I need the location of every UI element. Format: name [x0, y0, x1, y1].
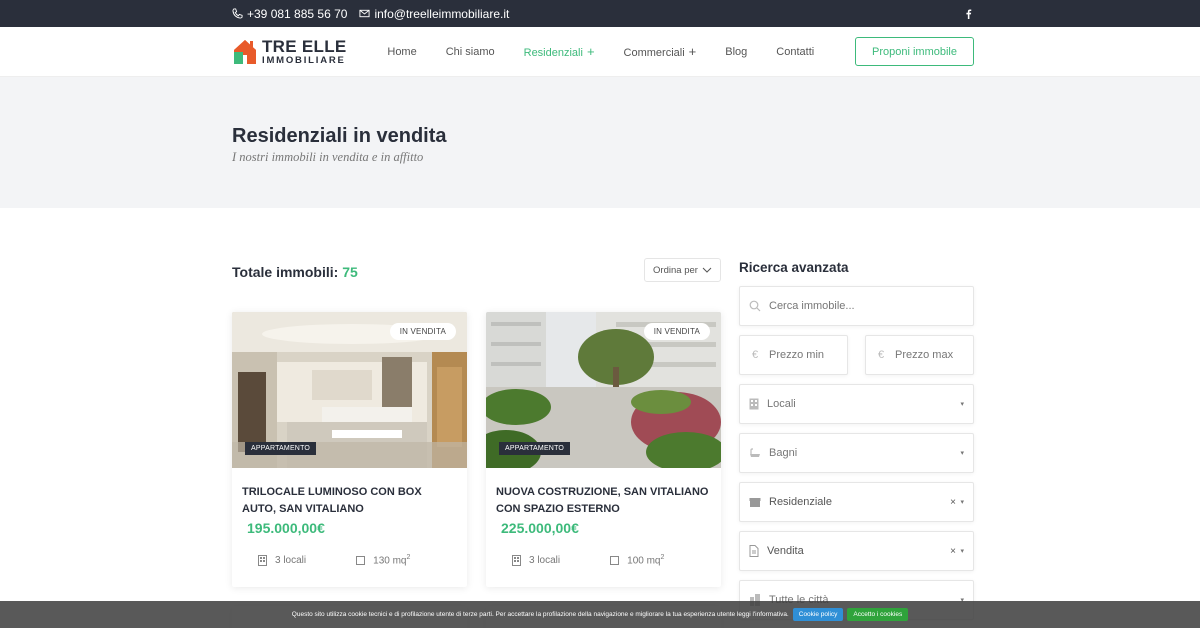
nav-blog[interactable]: Blog: [725, 46, 747, 58]
facebook-icon[interactable]: [963, 8, 974, 19]
total-label: Totale immobili:: [232, 264, 339, 280]
type-badge: APPARTAMENTO: [499, 442, 571, 455]
property-price: 225.000,00€: [501, 520, 579, 536]
area-feature: 130 mq2: [356, 554, 410, 566]
category-value: Residenziale: [769, 496, 832, 508]
contract-select[interactable]: Vendita × ▾: [739, 531, 974, 571]
nav-commerciali-label: Commerciali: [623, 47, 685, 59]
property-features: 3 locali 100 mq2: [486, 536, 721, 566]
locali-label: Locali: [767, 398, 796, 410]
store-icon: [749, 497, 761, 507]
locali-select[interactable]: Locali ▾: [739, 384, 974, 424]
page-header: Residenziali in vendita I nostri immobil…: [0, 77, 1200, 208]
property-card[interactable]: IN VENDITA APPARTAMENTO NUOVA COSTRUZION…: [486, 312, 721, 587]
phone-link[interactable]: +39 081 885 56 70: [232, 7, 347, 21]
property-price: 195.000,00€: [247, 520, 325, 536]
status-badge: IN VENDITA: [643, 323, 710, 340]
price-min-input[interactable]: € Prezzo min: [739, 335, 848, 375]
email-link[interactable]: info@treelleimmobiliare.it: [359, 7, 509, 21]
sort-label: Ordina per: [653, 264, 698, 276]
price-max-placeholder: Prezzo max: [895, 349, 954, 361]
page-title: Residenziali in vendita: [232, 125, 447, 147]
logo-line-1: TRE ELLE: [262, 36, 347, 56]
category-select[interactable]: Residenziale × ▾: [739, 482, 974, 522]
caret-down-icon: ▾: [960, 548, 964, 555]
expand-icon: +: [688, 44, 697, 59]
cookie-text: Questo sito utilizza cookie tecnici e di…: [291, 611, 789, 618]
area-text: 130 mq: [373, 555, 407, 567]
property-card[interactable]: IN VENDITA APPARTAMENTO TRILOCALE LUMINO…: [232, 312, 467, 587]
main-menu: Home Chi siamo Residenziali + Commerciali…: [387, 44, 814, 59]
search-icon: [749, 300, 761, 312]
euro-icon: €: [877, 349, 885, 361]
total-count: Totale immobili: 75: [232, 264, 358, 280]
nav-residenziali[interactable]: Residenziali +: [524, 44, 595, 59]
property-title[interactable]: TRILOCALE LUMINOSO CON BOX AUTO, SAN VIT…: [232, 468, 467, 518]
nav-home[interactable]: Home: [387, 46, 416, 58]
listing-section: Totale immobili: 75 Ordina per IN VENDIT…: [0, 208, 1200, 628]
contract-value: Vendita: [767, 545, 804, 557]
property-photo-garden[interactable]: IN VENDITA APPARTAMENTO: [486, 312, 721, 468]
cookie-banner: Questo sito utilizza cookie tecnici e di…: [0, 601, 1200, 628]
expand-icon: +: [586, 44, 595, 59]
nav-commerciali[interactable]: Commerciali +: [624, 44, 697, 59]
caret-down-icon: ▾: [960, 401, 964, 408]
bagni-select[interactable]: Bagni ▾: [739, 433, 974, 473]
house-logo-icon: [234, 39, 256, 64]
phone-number: +39 081 885 56 70: [247, 6, 348, 21]
email-address: info@treelleimmobiliare.it: [374, 6, 510, 21]
nav-contatti[interactable]: Contatti: [776, 46, 814, 58]
caret-down-icon: ▾: [960, 499, 964, 506]
caret-down-icon: ▾: [960, 450, 964, 457]
building-icon: [512, 554, 521, 566]
document-icon: [749, 545, 759, 557]
bagni-label: Bagni: [769, 447, 798, 459]
property-title[interactable]: NUOVA COSTRUZIONE, SAN VITALIANO CON SPA…: [486, 468, 721, 518]
rooms-feature: 3 locali: [258, 554, 306, 566]
search-input[interactable]: Cerca immobile...: [739, 286, 974, 326]
bathtub-icon: [750, 447, 760, 457]
phone-icon: [232, 8, 243, 19]
accept-cookies-button[interactable]: Accetto i cookies: [847, 608, 909, 621]
square-icon: [610, 555, 620, 565]
page-subtitle: I nostri immobili in vendita e in affitt…: [232, 150, 424, 164]
site-logo[interactable]: TRE ELLE IMMOBILIARE: [232, 38, 347, 66]
status-badge: IN VENDITA: [389, 323, 456, 340]
rooms-feature: 3 locali: [512, 554, 560, 566]
area-unit-sup: 2: [406, 554, 411, 561]
area-feature: 100 mq2: [610, 554, 664, 566]
total-value: 75: [342, 264, 358, 280]
chevron-down-icon: [702, 267, 712, 273]
building-icon: [258, 554, 267, 566]
clear-icon[interactable]: ×: [950, 497, 956, 508]
nav-residenziali-label: Residenziali: [523, 47, 583, 59]
clear-icon[interactable]: ×: [950, 546, 956, 557]
main-navbar: TRE ELLE IMMOBILIARE Home Chi siamo Resi…: [0, 27, 1200, 77]
property-photo-kitchen[interactable]: IN VENDITA APPARTAMENTO: [232, 312, 467, 468]
area-value: 100 mq2: [627, 554, 664, 566]
advanced-search-title: Ricerca avanzata: [739, 260, 849, 275]
rooms-value: 3 locali: [529, 554, 561, 566]
proponi-immobile-button[interactable]: Proponi immobile: [855, 37, 974, 66]
building-icon: [749, 398, 759, 410]
nav-chi-siamo[interactable]: Chi siamo: [446, 46, 495, 58]
price-min-placeholder: Prezzo min: [769, 349, 825, 361]
square-icon: [356, 555, 366, 565]
logo-line-2: IMMOBILIARE: [262, 54, 346, 66]
area-text: 100 mq: [627, 555, 661, 567]
sort-dropdown[interactable]: Ordina per: [644, 258, 721, 282]
rooms-value: 3 locali: [275, 554, 307, 566]
cookie-policy-button[interactable]: Cookie policy: [792, 608, 844, 621]
mail-icon: [359, 9, 370, 18]
area-unit-sup: 2: [660, 554, 665, 561]
euro-icon: €: [751, 349, 759, 361]
area-value: 130 mq2: [373, 554, 410, 566]
property-features: 3 locali 130 mq2: [232, 536, 467, 566]
type-badge: APPARTAMENTO: [245, 442, 317, 455]
price-max-input[interactable]: € Prezzo max: [865, 335, 974, 375]
search-placeholder: Cerca immobile...: [769, 300, 855, 312]
top-bar: +39 081 885 56 70 info@treelleimmobiliar…: [0, 0, 1200, 27]
